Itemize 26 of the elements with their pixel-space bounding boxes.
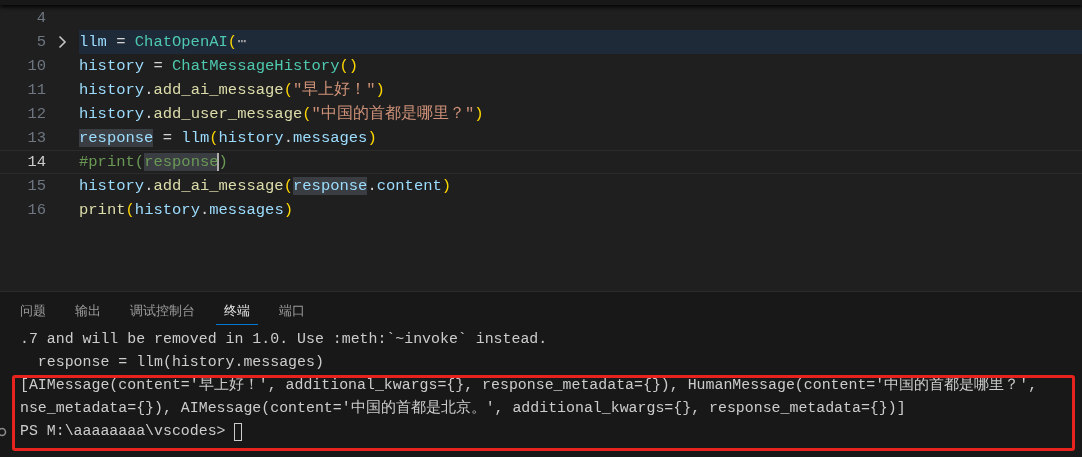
code-line: history = ChatMessageHistory() [79,56,359,77]
command-status-icon[interactable] [0,427,8,437]
panel-tab[interactable]: 问题 [12,299,54,325]
terminal-line: .7 and will be removed in 1.0. Use :meth:`~invoke` instead. [20,330,549,349]
terminal-line: response = llm(history.messages) [36,353,325,372]
code-line: history.add_ai_message("早上好！") [79,79,385,101]
chevron-right-icon[interactable] [58,35,67,49]
terminal-line: nse_metadata={}), AIMessage(content='中国的首都是北京。', additional_kwargs={}, response_metadata={})] [20,398,907,418]
line-number: 14 [26,153,46,171]
line-number: 13 [26,129,46,147]
code-line: history.add_ai_message(response.content) [79,176,452,197]
panel-tab[interactable]: 输出 [67,299,109,325]
code-line: print(history.messages) [79,200,293,221]
line-number: 10 [26,57,46,75]
line-number: 5 [35,33,46,51]
line-number: 16 [26,201,46,219]
line-number: 4 [35,9,46,27]
panel-tab[interactable]: 终端 [216,299,258,325]
code-line: response = llm(history.messages) [79,128,377,149]
code-line: history.add_user_message("中国的首都是哪里？") [79,104,484,125]
panel-tab[interactable]: 端口 [271,299,313,325]
terminal-prompt: PS M:\aaaaaaaa\vscodes> [20,422,227,441]
panel-tab[interactable]: 调试控制台 [122,299,203,325]
line-number: 12 [26,105,46,123]
line-number: 11 [26,81,46,99]
line-number: 15 [26,177,46,195]
